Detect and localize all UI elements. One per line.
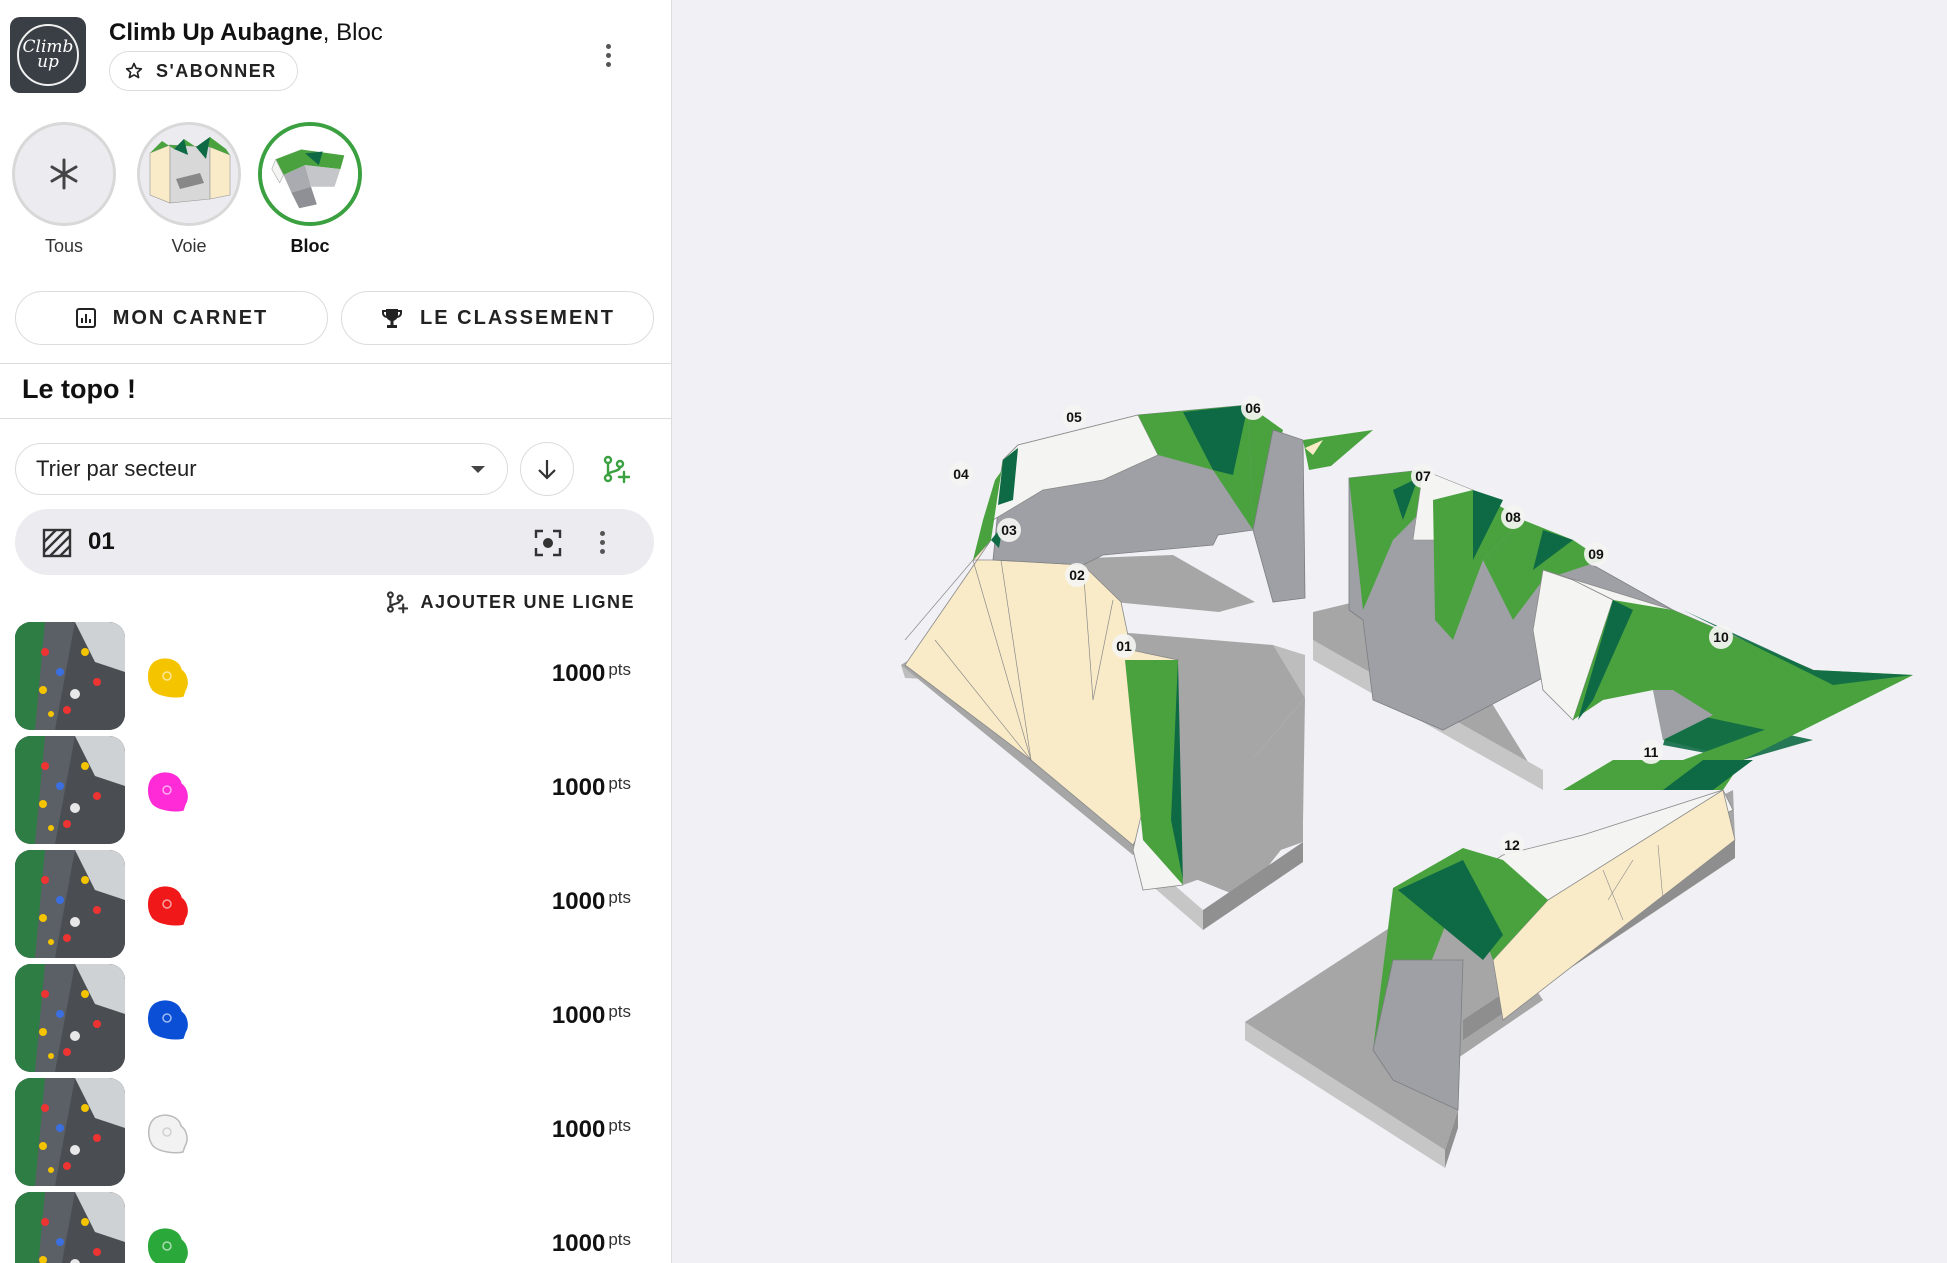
route-points-unit: pts: [608, 660, 631, 679]
category-voie-circle: [137, 122, 241, 226]
category-voie[interactable]: Voie: [134, 122, 244, 257]
route-points-value: 1000: [551, 1230, 606, 1257]
hold-icon: [148, 1114, 188, 1154]
sort-select[interactable]: Trier par secteur: [15, 443, 508, 495]
route-points-value: 1000: [551, 888, 606, 915]
divider: [0, 363, 671, 364]
logo-text-up: up: [37, 52, 59, 72]
gym-logo: Climb up: [10, 17, 86, 93]
route-row[interactable]: 1000 pts: [15, 964, 655, 1072]
route-photo[interactable]: [15, 736, 125, 844]
add-route-branch-button[interactable]: [588, 442, 642, 496]
star-outline-icon: [125, 62, 143, 79]
route-photo[interactable]: [15, 622, 125, 730]
chart-box-icon: [75, 308, 96, 328]
route-points: 1000 pts: [552, 774, 631, 802]
sector-label-01[interactable]: 01: [1116, 638, 1132, 654]
hold-icon: [148, 886, 188, 926]
route-photo[interactable]: [15, 1192, 125, 1263]
gym-3d-view[interactable]: 01 02 03 04 05 06 07 08 09 10 11 12: [673, 0, 1947, 1263]
category-tous-circle: [12, 122, 116, 226]
route-photo[interactable]: [15, 850, 125, 958]
category-bloc[interactable]: Bloc: [255, 122, 365, 257]
source-branch-plus-icon: [387, 591, 409, 614]
ranking-label: LE CLASSEMENT: [420, 306, 615, 329]
sort-select-value: Trier par secteur: [36, 456, 197, 481]
add-line-button[interactable]: AJOUTER UNE LIGNE: [384, 590, 635, 614]
caret-down-icon: [471, 466, 485, 473]
category-label: Tous: [44, 236, 84, 256]
route-points-value: 1000: [551, 660, 606, 687]
gym-header: Climb up Climb Up Aubagne, Bloc S'ABONNE…: [0, 0, 671, 110]
sector-label-10[interactable]: 10: [1713, 629, 1729, 645]
more-options-icon[interactable]: [596, 40, 620, 70]
logbook-button[interactable]: MON CARNET: [15, 291, 328, 345]
hold-icon: [148, 772, 188, 812]
gym-type: , Bloc: [322, 19, 383, 46]
boulder-thumbnail-icon: [262, 126, 358, 222]
sector-label-08[interactable]: 08: [1505, 509, 1521, 525]
route-photo[interactable]: [15, 1078, 125, 1186]
route-points-unit: pts: [608, 1002, 631, 1021]
ranking-button[interactable]: LE CLASSEMENT: [341, 291, 654, 345]
hold-icon: [148, 1000, 188, 1040]
sort-direction-button[interactable]: [520, 442, 574, 496]
route-points-value: 1000: [551, 1002, 606, 1029]
route-points-value: 1000: [551, 774, 606, 801]
category-bloc-circle: [258, 122, 362, 226]
wall-thumbnail-icon: [140, 125, 238, 223]
wall-sector-bottom: [1372, 789, 1736, 1111]
gym-name: Climb Up Aubagne: [109, 19, 323, 46]
trophy-icon: [382, 309, 403, 328]
route-points-unit: pts: [608, 774, 631, 793]
sector-label-02[interactable]: 02: [1069, 567, 1085, 583]
sector-label-11[interactable]: 11: [1644, 744, 1659, 760]
route-row[interactable]: 1000 pts: [15, 736, 655, 844]
sector-label-05[interactable]: 05: [1066, 409, 1082, 425]
sector-label-03[interactable]: 03: [1001, 522, 1017, 538]
route-points: 1000 pts: [552, 1230, 631, 1258]
route-row[interactable]: 1000 pts: [15, 850, 655, 958]
route-points: 1000 pts: [552, 1116, 631, 1144]
route-row[interactable]: 1000 pts: [15, 1192, 655, 1263]
route-row[interactable]: 1000 pts: [15, 1078, 655, 1186]
logbook-label: MON CARNET: [112, 306, 269, 329]
hold-icon: [148, 658, 188, 698]
route-row[interactable]: 1000 pts: [15, 622, 655, 730]
category-label: Bloc: [290, 236, 330, 256]
route-points-unit: pts: [608, 1230, 631, 1249]
hatched-square-icon: [42, 528, 72, 558]
wall-sector-right: [1348, 469, 1913, 790]
route-points: 1000 pts: [552, 888, 631, 916]
category-label: Voie: [171, 236, 207, 256]
sector-name: 01: [88, 528, 115, 555]
subscribe-label: S'ABONNER: [156, 60, 277, 81]
route-points: 1000 pts: [552, 660, 631, 688]
sector-label-06[interactable]: 06: [1245, 400, 1261, 416]
topo-title: Le topo !: [22, 374, 136, 404]
route-points: 1000 pts: [552, 1002, 631, 1030]
source-branch-plus-icon: [603, 455, 630, 484]
category-tous[interactable]: Tous: [9, 122, 119, 257]
route-photo[interactable]: [15, 964, 125, 1072]
route-points-unit: pts: [608, 888, 631, 907]
focus-icon[interactable]: [533, 528, 563, 558]
sidebar: Climb up Climb Up Aubagne, Bloc S'ABONNE…: [0, 0, 672, 1263]
sector-row[interactable]: 01: [15, 509, 654, 575]
sector-label-07[interactable]: 07: [1415, 468, 1431, 484]
gym-title: Climb Up Aubagne, Bloc: [109, 19, 383, 47]
sector-label-09[interactable]: 09: [1588, 546, 1604, 562]
divider: [0, 418, 671, 419]
topo-3d-map[interactable]: 01 02 03 04 05 06 07 08 09 10 11 12: [673, 0, 1947, 1263]
add-line-label: AJOUTER UNE LIGNE: [420, 591, 635, 612]
sector-label-04[interactable]: 04: [953, 466, 969, 482]
route-points-unit: pts: [608, 1116, 631, 1135]
route-points-value: 1000: [551, 1116, 606, 1143]
sector-label-12[interactable]: 12: [1504, 837, 1520, 853]
hold-icon: [148, 1228, 188, 1263]
sector-more-icon[interactable]: [590, 527, 614, 557]
subscribe-button[interactable]: S'ABONNER: [109, 51, 298, 91]
arrow-down-icon: [538, 460, 556, 480]
asterisk-icon: [50, 158, 78, 190]
